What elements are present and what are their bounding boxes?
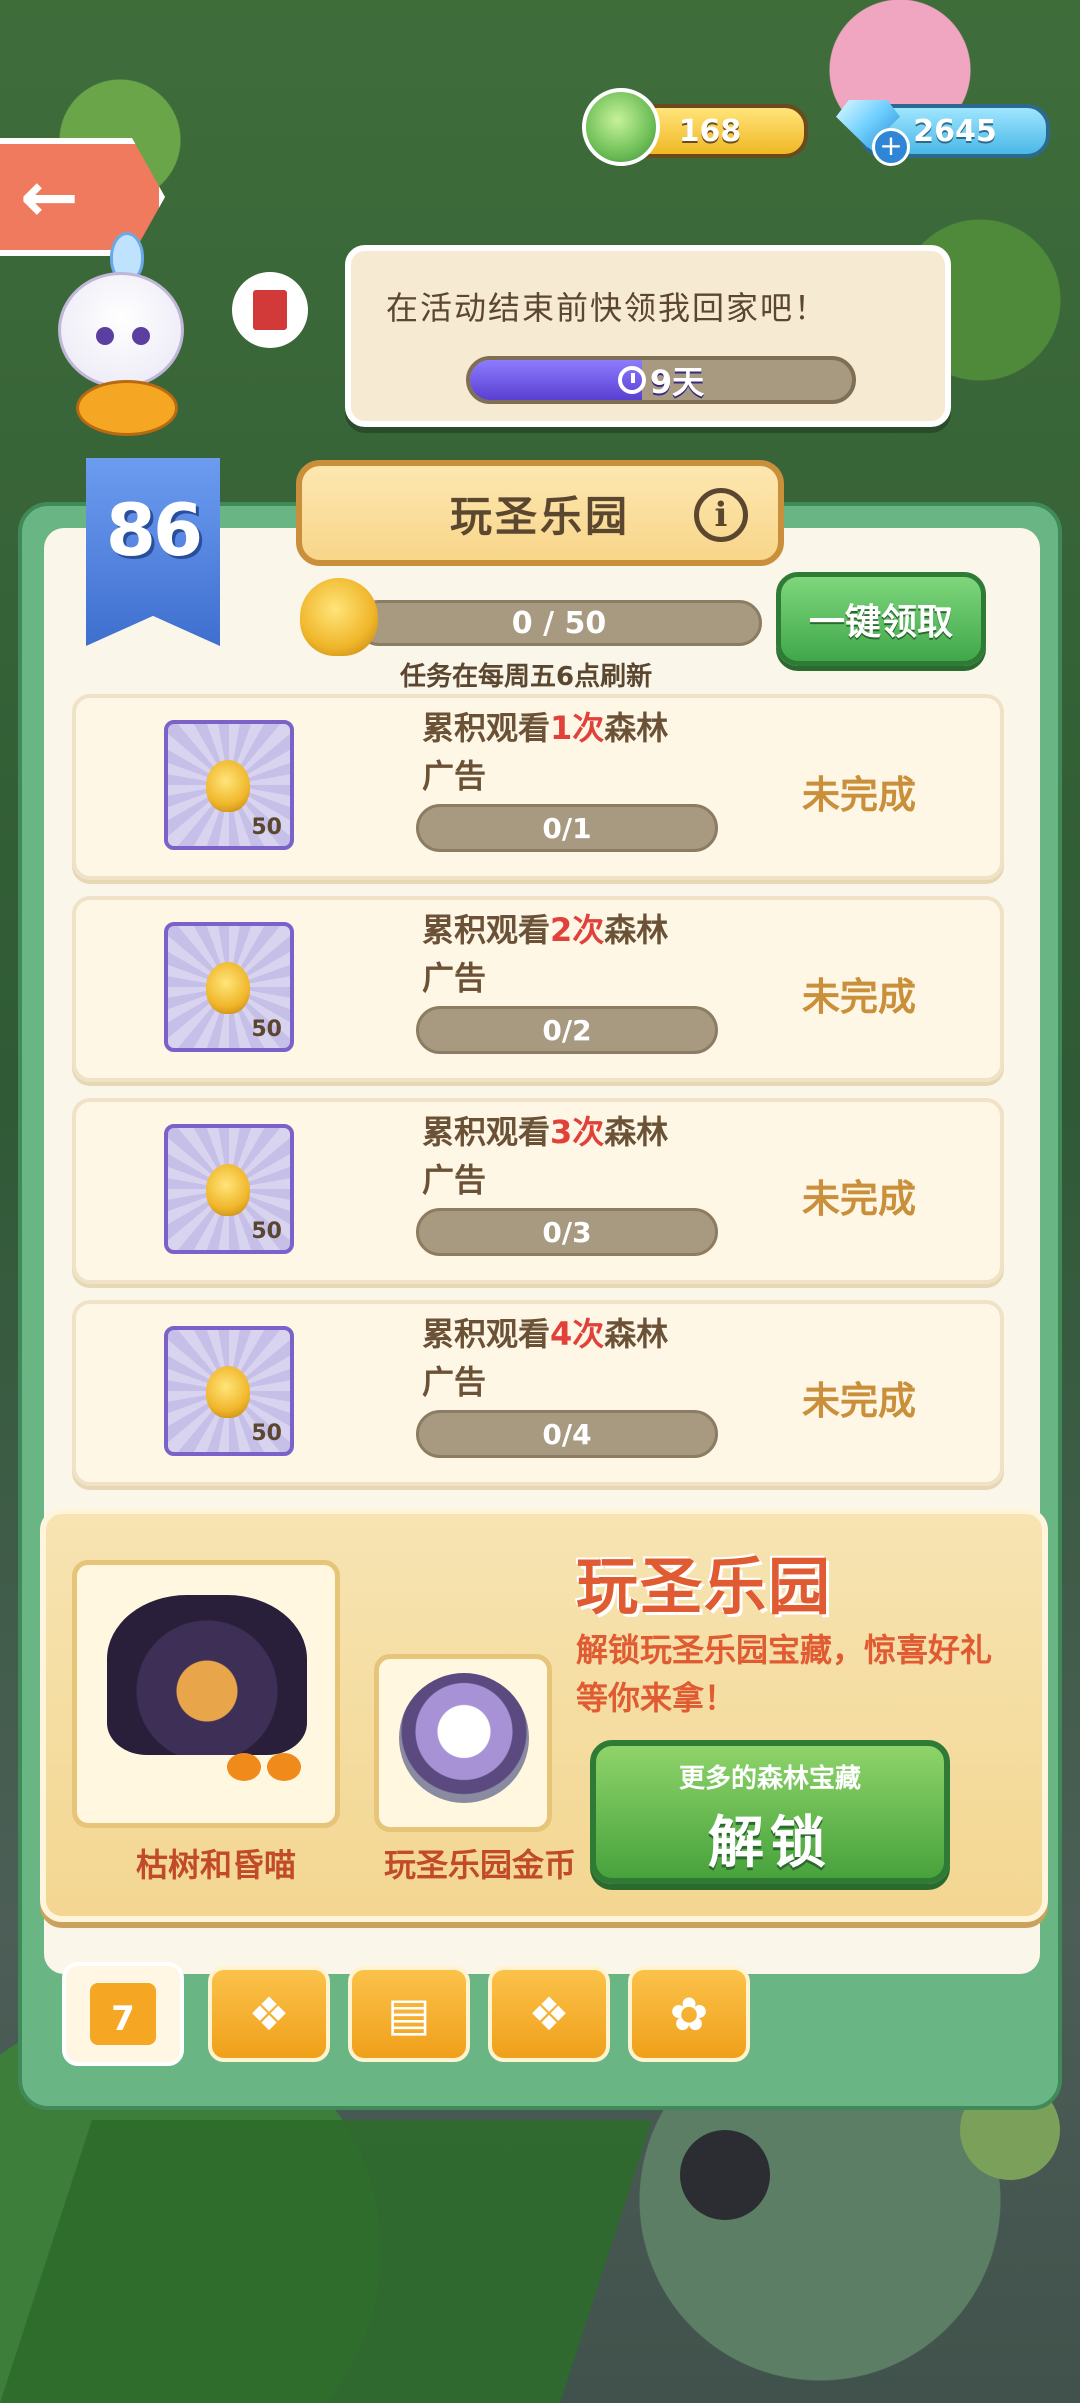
gift-icon: ❖	[528, 1987, 570, 2041]
task-reward-card: 50	[164, 922, 294, 1052]
tab-megaphone[interactable]: ❖	[208, 1966, 330, 2062]
tickets-icon: ▤	[387, 1987, 431, 2041]
golden-bird-token-icon	[206, 1164, 250, 1216]
park-coin-icon	[399, 1673, 529, 1803]
task-reward-amount: 50	[251, 1017, 282, 1042]
gem-count: 2645	[913, 113, 997, 149]
unlock-button-subtitle: 更多的森林宝藏	[678, 1764, 861, 1794]
golden-bird-token-icon	[206, 760, 250, 812]
task-count-highlight: 3次	[550, 1113, 605, 1151]
task-status: 未完成	[802, 975, 917, 1019]
total-progress-bar: 0 / 50	[356, 600, 762, 646]
mascot-pumpkin	[76, 380, 178, 436]
park-coin-caption: 玩圣乐园金币	[383, 1846, 576, 1884]
event-timer-label: 9天	[649, 363, 705, 401]
unlock-button[interactable]: 更多的森林宝藏 解锁	[590, 1740, 950, 1884]
task-reward-card: 50	[164, 1326, 294, 1456]
back-arrow-icon: ←	[20, 156, 79, 238]
task-description: 累积观看2次森林广告	[422, 911, 669, 997]
claim-all-label: 一键领取	[808, 602, 953, 643]
task-progress-bar: 0/4	[416, 1410, 718, 1458]
tab-tickets[interactable]: ▤	[348, 1966, 470, 2062]
speech-message: 在活动结束前快领我回家吧！	[386, 289, 829, 327]
task-status: 未完成	[802, 1177, 917, 1221]
add-gems-plus-icon[interactable]: +	[872, 128, 910, 166]
task-reward-card: 50	[164, 1124, 294, 1254]
tab-calendar[interactable]: 7	[62, 1962, 184, 2066]
mascot-eye-left	[96, 327, 114, 345]
golden-bird-token-icon	[300, 578, 378, 656]
task-reward-amount: 50	[251, 1219, 282, 1244]
park-coin-reward-card	[374, 1654, 552, 1832]
refresh-note: 任务在每周五6点刷新	[400, 662, 653, 692]
panel-title-banner: 玩圣乐园 i	[296, 460, 784, 566]
task-count-highlight: 4次	[550, 1315, 605, 1353]
dead-tree-illustration	[107, 1595, 307, 1755]
ghost-cat-mascot	[48, 232, 198, 436]
tab-leaf[interactable]: ✿	[628, 1966, 750, 2062]
task-description: 累积观看3次森林广告	[422, 1113, 669, 1199]
leaf-count: 168	[678, 113, 742, 149]
panel-title: 玩圣乐园	[449, 491, 630, 541]
mascot-head	[58, 272, 184, 388]
unlock-button-label: 解锁	[708, 1811, 832, 1876]
leaf-icon: ✿	[669, 1987, 709, 2041]
clock-icon	[617, 366, 646, 394]
unlock-description: 解锁玩圣乐园宝藏，惊喜好礼等你来拿！	[576, 1631, 993, 1717]
task-reward-amount: 50	[251, 815, 282, 840]
task-progress-bar: 0/1	[416, 804, 718, 852]
level-number: 86	[105, 488, 203, 572]
task-reward-amount: 50	[251, 1421, 282, 1446]
speech-bubble: 在活动结束前快领我回家吧！ 9天	[345, 245, 951, 427]
golden-bird-token-icon	[206, 962, 250, 1014]
calendar-icon: 7	[90, 1983, 156, 2045]
total-progress-text: 0 / 50	[511, 605, 607, 641]
unlock-premium-panel: 枯树和昏喵 玩圣乐园金币 玩圣乐园 解锁玩圣乐园宝藏，惊喜好礼等你来拿！ 更多的…	[40, 1508, 1048, 1922]
megaphone-icon: ❖	[248, 1987, 290, 2041]
task-row: 50 累积观看2次森林广告 0/2 未完成	[72, 896, 1004, 1082]
claim-all-button[interactable]: 一键领取	[776, 572, 986, 666]
background-lawn	[0, 2120, 652, 2403]
task-status: 未完成	[802, 773, 917, 817]
info-icon[interactable]: i	[694, 488, 748, 542]
unlock-title: 玩圣乐园	[576, 1550, 833, 1623]
event-timer-bar: 9天	[466, 356, 856, 404]
task-reward-card: 50	[164, 720, 294, 850]
book-icon[interactable]	[232, 272, 308, 348]
dead-tree-caption: 枯树和昏喵	[135, 1846, 296, 1884]
task-row: 50 累积观看3次森林广告 0/3 未完成	[72, 1098, 1004, 1284]
task-status: 未完成	[802, 1379, 917, 1423]
task-description: 累积观看4次森林广告	[422, 1315, 669, 1401]
leaf-currency-icon	[582, 88, 660, 166]
dead-tree-reward-card	[72, 1560, 340, 1828]
pumpkin-icon	[227, 1753, 261, 1781]
task-count-highlight: 2次	[550, 911, 605, 949]
task-row: 50 累积观看4次森林广告 0/4 未完成	[72, 1300, 1004, 1486]
golden-bird-token-icon	[206, 1366, 250, 1418]
pumpkin-icon	[267, 1753, 301, 1781]
background-camera	[680, 2130, 770, 2220]
task-row: 50 累积观看1次森林广告 0/1 未完成	[72, 694, 1004, 880]
task-description: 累积观看1次森林广告	[422, 709, 669, 795]
mascot-eye-right	[132, 327, 150, 345]
task-progress-bar: 0/2	[416, 1006, 718, 1054]
tab-gift[interactable]: ❖	[488, 1966, 610, 2062]
task-progress-bar: 0/3	[416, 1208, 718, 1256]
task-count-highlight: 1次	[550, 709, 605, 747]
